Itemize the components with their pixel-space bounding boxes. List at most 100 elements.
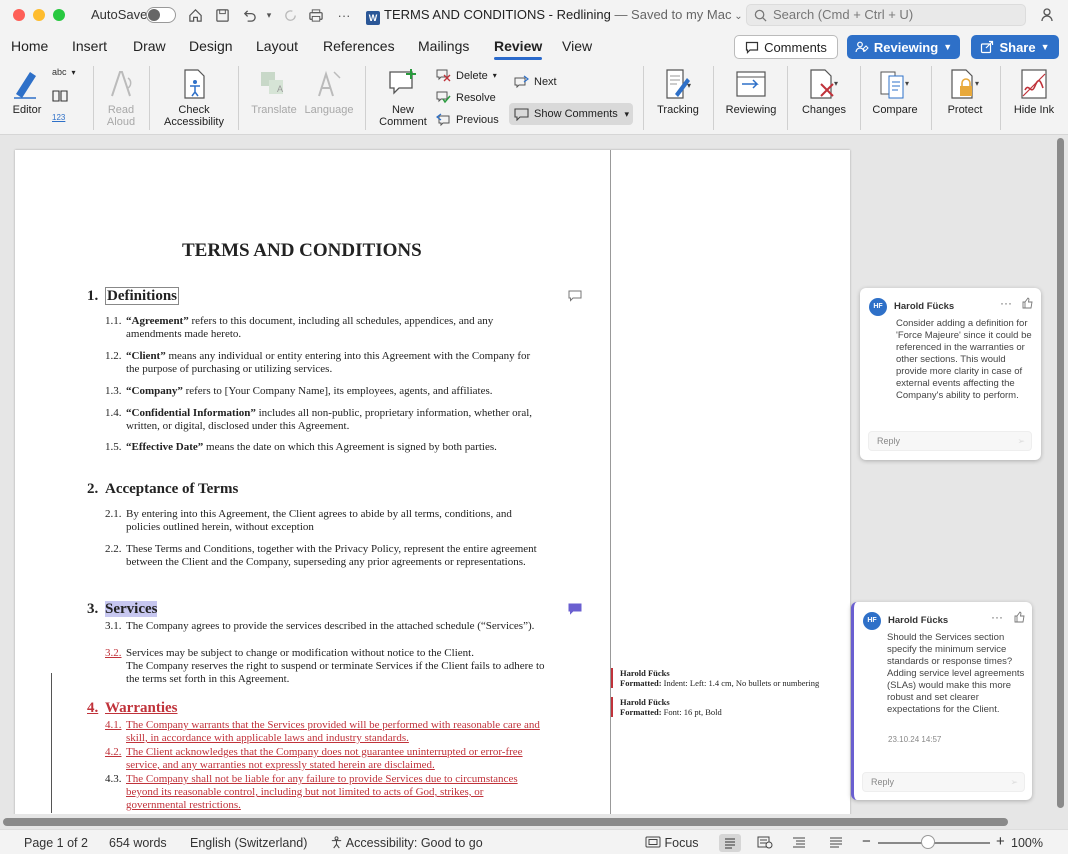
protect-button[interactable]: ▾ Protect xyxy=(939,62,991,116)
language-button[interactable]: Language xyxy=(302,62,356,116)
previous-comment-button[interactable]: Previous xyxy=(436,113,499,126)
vertical-scrollbar[interactable] xyxy=(1057,138,1065,808)
send-icon[interactable]: ➢ xyxy=(1010,773,1018,791)
spelling-button[interactable]: abc ▾ xyxy=(52,67,76,77)
accessibility-status[interactable]: Accessibility: Good to go xyxy=(330,836,483,850)
like-icon[interactable] xyxy=(1022,297,1033,312)
reply-input[interactable]: Reply ➢ xyxy=(862,772,1025,792)
changes-label: Changes xyxy=(801,104,847,116)
comment-card[interactable]: HF Harold Fücks ··· Should the Services … xyxy=(851,602,1032,800)
thesaurus-icon[interactable] xyxy=(52,89,68,103)
zoom-out-icon[interactable]: − xyxy=(862,833,871,850)
document-canvas[interactable]: TERMS AND CONDITIONS 1. Definitions 1.1. “… xyxy=(0,136,1068,814)
editor-button[interactable]: Editor xyxy=(6,62,48,116)
compare-button[interactable]: ▾ Compare xyxy=(868,62,922,116)
more-icon[interactable]: ··· xyxy=(334,5,354,25)
tab-mailings[interactable]: Mailings xyxy=(418,38,469,54)
format-label: Formatted: xyxy=(620,707,662,717)
new-comment-button[interactable]: New Comment xyxy=(374,62,432,128)
scroll-thumb[interactable] xyxy=(1057,138,1064,808)
tab-home[interactable]: Home xyxy=(11,38,48,54)
show-comments-icon xyxy=(514,107,529,121)
reply-input[interactable]: Reply ➢ xyxy=(868,431,1032,451)
undo-icon[interactable] xyxy=(239,5,259,25)
check-accessibility-button[interactable]: Check Accessibility xyxy=(158,62,230,128)
save-icon[interactable] xyxy=(212,5,232,25)
tab-draw[interactable]: Draw xyxy=(133,38,166,54)
language-status[interactable]: English (Switzerland) xyxy=(190,836,307,850)
tab-view[interactable]: View xyxy=(562,38,592,54)
tab-layout[interactable]: Layout xyxy=(256,38,298,54)
redo-icon[interactable] xyxy=(280,5,300,25)
comments-label: Comments xyxy=(764,39,827,55)
reviewing-button[interactable]: Reviewing ▼ xyxy=(847,35,960,59)
formatting-note[interactable]: Harold Fücks Formatted: Font: 16 pt, Bol… xyxy=(611,697,846,717)
word-count-button[interactable]: 123 xyxy=(52,113,65,122)
previous-comment-icon xyxy=(436,113,450,126)
list-item: 1.2. “Client” means any individual or ent… xyxy=(105,350,531,375)
send-icon[interactable]: ➢ xyxy=(1017,432,1025,450)
section-title: Definitions xyxy=(105,287,180,305)
undo-dropdown-icon[interactable]: ▾ xyxy=(259,5,279,25)
tab-references[interactable]: References xyxy=(323,38,395,54)
share-icon xyxy=(981,40,994,54)
read-aloud-icon xyxy=(111,71,132,97)
resolve-icon xyxy=(436,91,451,104)
zoom-slider-thumb[interactable] xyxy=(921,835,935,849)
list-item: 4.2. The Client acknowledges that the Com… xyxy=(105,746,523,771)
list-item: 1.4. “Confidential Information” includes … xyxy=(105,407,533,432)
language-icon xyxy=(318,70,341,97)
close-window-button[interactable] xyxy=(13,9,25,21)
maximize-window-button[interactable] xyxy=(53,9,65,21)
zoom-in-icon[interactable]: + xyxy=(996,833,1005,850)
draft-view-icon[interactable] xyxy=(829,836,843,851)
chevron-down-icon[interactable]: ⌄ xyxy=(731,11,742,22)
tab-design[interactable]: Design xyxy=(189,38,233,54)
comments-button[interactable]: Comments xyxy=(734,35,838,59)
comment-body: Should the Services section specify the … xyxy=(887,632,1025,715)
page-count[interactable]: Page 1 of 2 xyxy=(24,836,88,850)
svg-text:▾: ▾ xyxy=(687,81,691,90)
document-page[interactable]: TERMS AND CONDITIONS 1. Definitions 1.1. “… xyxy=(15,150,850,814)
account-icon[interactable] xyxy=(1038,5,1058,25)
horizontal-scrollbar[interactable] xyxy=(3,818,1008,826)
zoom-level[interactable]: 100% xyxy=(1011,836,1043,850)
home-icon[interactable] xyxy=(185,5,205,25)
section-number: 1. xyxy=(87,288,99,304)
tracking-button[interactable]: ▾ Tracking xyxy=(652,62,704,116)
tab-review[interactable]: Review xyxy=(494,38,543,60)
reviewing-pane-button[interactable]: Reviewing xyxy=(724,62,778,116)
new-comment-label-2: Comment xyxy=(379,116,427,128)
word-icon: W xyxy=(366,11,380,25)
more-options-icon[interactable]: ··· xyxy=(1000,296,1012,310)
next-comment-button[interactable]: Next xyxy=(514,75,557,88)
delete-comment-button[interactable]: Delete ▾ xyxy=(436,69,497,82)
minimize-window-button[interactable] xyxy=(33,9,45,21)
share-button[interactable]: Share ▼ xyxy=(971,35,1059,59)
comment-marker-icon[interactable] xyxy=(568,603,582,615)
outline-view-icon[interactable] xyxy=(792,836,806,851)
print-icon[interactable] xyxy=(306,5,326,25)
section-heading-acceptance: 2. Acceptance of Terms xyxy=(87,481,238,498)
comment-icon xyxy=(745,41,759,54)
show-comments-button[interactable]: Show Comments ▾ xyxy=(509,103,633,125)
tab-insert[interactable]: Insert xyxy=(72,38,107,54)
changes-button[interactable]: ▾ Changes xyxy=(797,62,851,116)
section-number: 3. xyxy=(87,601,99,617)
formatting-note[interactable]: Harold Fücks Formatted: Indent: Left: 1.… xyxy=(611,668,846,688)
search-input[interactable]: Search (Cmd + Ctrl + U) xyxy=(746,4,1026,26)
comment-card[interactable]: HF Harold Fücks ··· Consider adding a de… xyxy=(860,288,1041,460)
focus-button[interactable]: Focus xyxy=(645,836,699,850)
read-aloud-button[interactable]: Read Aloud xyxy=(101,62,141,128)
more-options-icon[interactable]: ··· xyxy=(991,610,1003,624)
translate-button[interactable]: A Translate xyxy=(248,62,300,116)
hide-ink-button[interactable]: Hide Ink xyxy=(1007,62,1061,116)
resolve-comment-button[interactable]: Resolve xyxy=(436,91,496,104)
like-icon[interactable] xyxy=(1014,611,1025,626)
web-layout-view-icon[interactable] xyxy=(757,836,773,852)
word-count[interactable]: 654 words xyxy=(109,836,167,850)
comment-marker-icon[interactable] xyxy=(568,290,582,302)
list-item: 3.2. Services may be subject to change or… xyxy=(105,647,545,685)
print-layout-view-icon[interactable] xyxy=(719,834,741,852)
autosave-toggle[interactable] xyxy=(146,7,176,23)
